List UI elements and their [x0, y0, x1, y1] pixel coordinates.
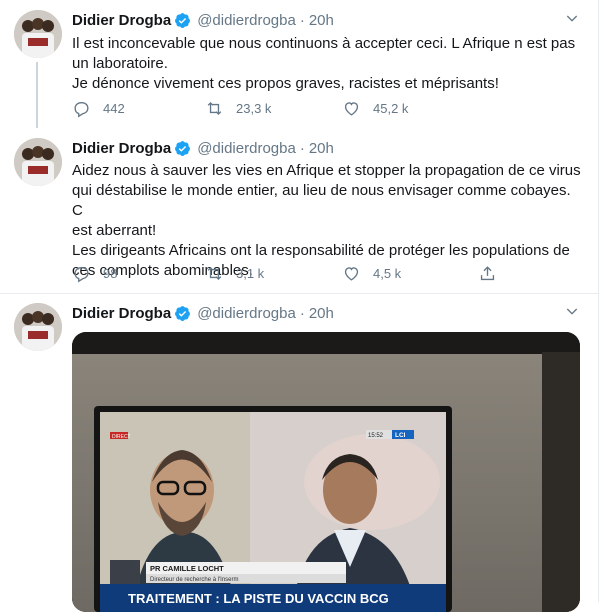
tweet-actions: 98 3,1 k 4,5 k — [72, 263, 512, 283]
tweet-line: Je dénonce vivement ces propos graves, r… — [72, 75, 499, 92]
direct-badge-text: DIRECT — [112, 434, 131, 440]
video-frame: DIRECT 15:52 LCI PR CAMILLE LOCHT Direct… — [72, 332, 580, 612]
heart-icon — [344, 101, 359, 116]
reply-button[interactable]: 98 — [72, 263, 117, 283]
like-button[interactable]: 4,5 k — [342, 263, 401, 283]
author-handle[interactable]: @didierdrogba — [197, 140, 296, 157]
separator-dot: · — [299, 11, 305, 29]
timestamp[interactable]: 20h — [309, 305, 334, 322]
like-count: 4,5 k — [373, 265, 402, 281]
caption-name: PR CAMILLE LOCHT — [150, 564, 224, 573]
retweet-count: 23,3 k — [236, 100, 272, 116]
separator-dot: · — [299, 304, 305, 322]
tweet-line: est aberrant! — [72, 222, 157, 239]
share-button[interactable] — [478, 263, 509, 283]
retweet-count: 3,1 k — [236, 265, 265, 281]
tweet-1[interactable]: Didier Drogba @didierdrogba · 20h Il est… — [0, 0, 598, 128]
tv-banner: TRAITEMENT : LA PISTE DU VACCIN BCG — [128, 591, 389, 606]
tweet-header: Didier Drogba @didierdrogba · 20h — [72, 137, 334, 159]
author-name[interactable]: Didier Drogba — [72, 305, 171, 322]
tweet-line: Aidez nous à sauver les vies en Afrique … — [72, 162, 581, 179]
thread-line — [36, 62, 38, 128]
tweet-line: Il est inconcevable que nous continuons … — [72, 35, 576, 52]
author-handle[interactable]: @didierdrogba — [197, 12, 296, 29]
reply-count: 98 — [103, 265, 118, 281]
reply-count: 442 — [103, 100, 125, 116]
tv-channel: LCI — [395, 432, 406, 439]
avatar[interactable] — [14, 138, 62, 186]
retweet-icon — [207, 266, 222, 280]
tweet-text: Il est inconcevable que nous continuons … — [72, 34, 582, 94]
retweet-icon — [207, 101, 222, 115]
tweet-header: Didier Drogba @didierdrogba · 20h — [72, 9, 334, 31]
share-icon — [480, 265, 495, 280]
retweet-button[interactable]: 23,3 k — [205, 98, 271, 118]
verified-badge-icon — [175, 12, 191, 28]
chevron-down-icon[interactable] — [564, 303, 580, 319]
reply-icon — [74, 101, 89, 117]
like-count: 45,2 k — [373, 100, 409, 116]
heart-icon — [344, 266, 359, 281]
tweet-video[interactable]: DIRECT 15:52 LCI PR CAMILLE LOCHT Direct… — [72, 332, 580, 612]
author-handle[interactable]: @didierdrogba — [197, 305, 296, 322]
avatar[interactable] — [14, 303, 62, 351]
author-name[interactable]: Didier Drogba — [72, 12, 171, 29]
reply-icon — [74, 266, 89, 282]
timestamp[interactable]: 20h — [309, 12, 334, 29]
tweet-line: Les dirigeants Africains ont la responsa… — [72, 242, 570, 259]
verified-badge-icon — [175, 140, 191, 156]
tweet-actions: 442 23,3 k 45,2 k — [72, 98, 512, 118]
chevron-down-icon[interactable] — [564, 10, 580, 26]
verified-badge-icon — [175, 305, 191, 321]
separator-dot: · — [299, 139, 305, 157]
tv-clock: 15:52 — [368, 433, 384, 439]
tweet-line: un laboratoire. — [72, 55, 168, 72]
like-button[interactable]: 45,2 k — [342, 98, 408, 118]
caption-role: Directeur de recherche à l'Inserm — [150, 577, 239, 583]
timestamp[interactable]: 20h — [309, 140, 334, 157]
tweet-2[interactable]: Didier Drogba @didierdrogba · 20h Aidez … — [0, 128, 598, 294]
avatar[interactable] — [14, 10, 62, 58]
tweet-line: qui déstabilise le monde entier, au lieu… — [72, 182, 571, 219]
author-name[interactable]: Didier Drogba — [72, 140, 171, 157]
retweet-button[interactable]: 3,1 k — [205, 263, 264, 283]
reply-button[interactable]: 442 — [72, 98, 125, 118]
tweet-header: Didier Drogba @didierdrogba · 20h — [72, 302, 334, 324]
